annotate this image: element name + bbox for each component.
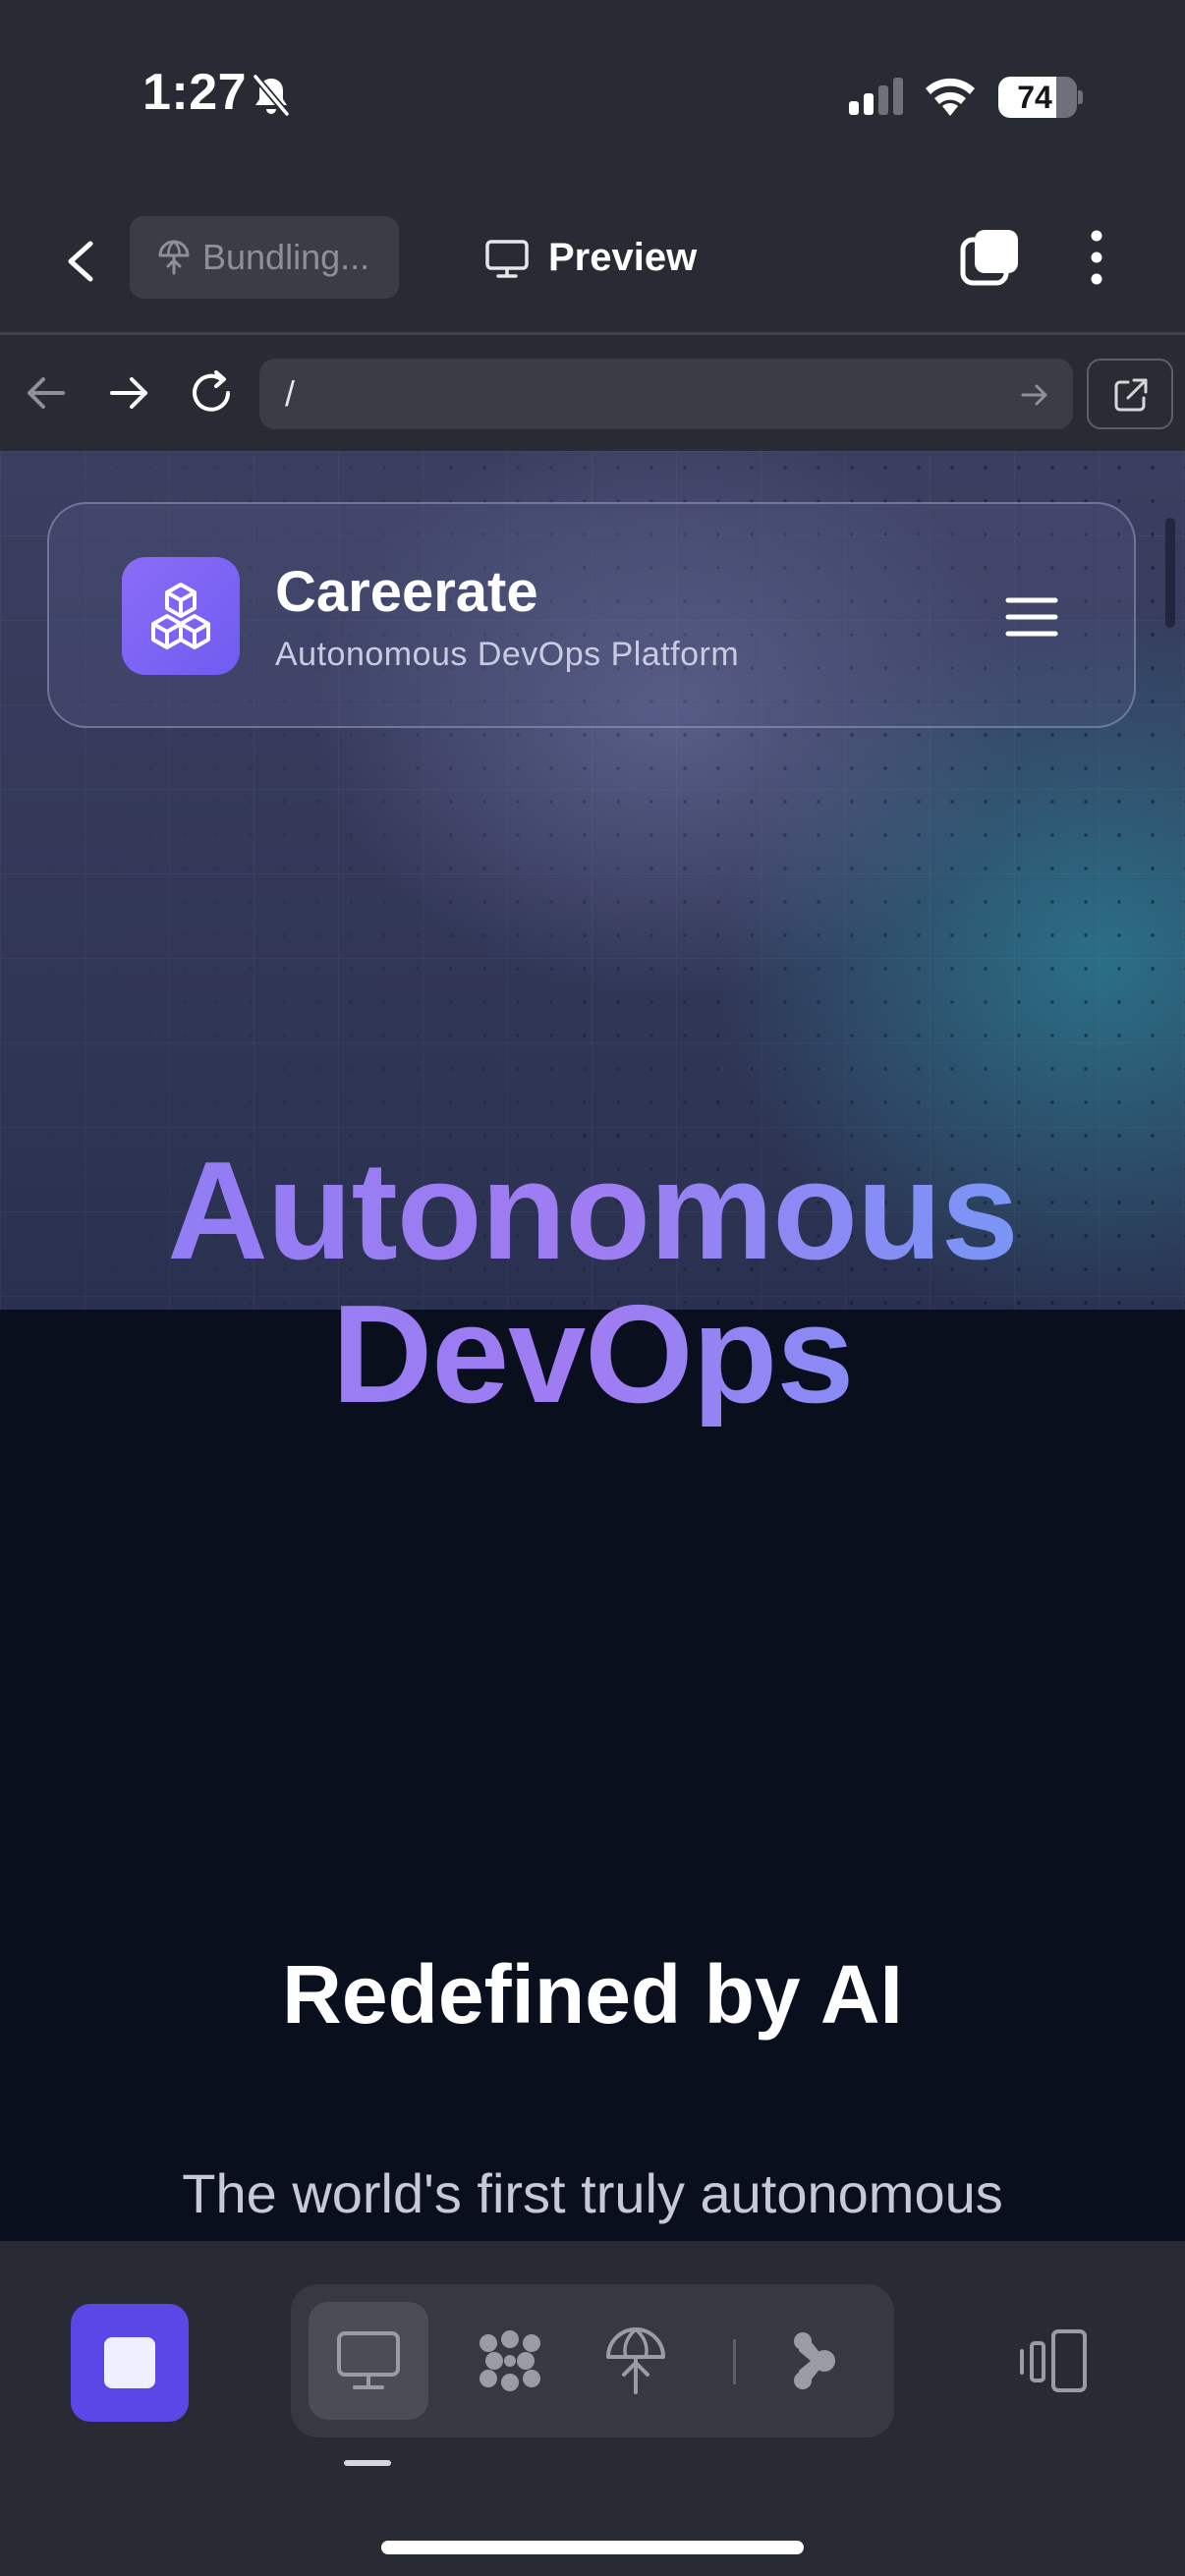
back-button[interactable] bbox=[59, 230, 106, 293]
brand-logo[interactable] bbox=[122, 557, 240, 675]
status-bar: 1:27 74 bbox=[0, 0, 1185, 196]
agent-icon bbox=[794, 2332, 835, 2389]
bundling-label: Bundling... bbox=[202, 237, 370, 277]
bottom-toolbar bbox=[0, 2241, 1185, 2576]
cluster-mode-button[interactable] bbox=[450, 2302, 570, 2420]
brand-tagline: Autonomous DevOps Platform bbox=[275, 636, 740, 673]
stop-icon bbox=[104, 2337, 155, 2388]
monitor-icon bbox=[485, 240, 529, 279]
cluster-icon bbox=[480, 2330, 540, 2391]
wifi-icon bbox=[923, 73, 978, 116]
hero-body-text: The world's first truly autonomous bbox=[182, 2162, 1003, 2224]
browser-back-button[interactable] bbox=[24, 372, 69, 414]
preview-label: Preview bbox=[548, 236, 698, 279]
hero-heading-line2: DevOps bbox=[0, 1283, 1185, 1427]
bundling-status-chip[interactable]: Bundling... bbox=[130, 216, 399, 299]
open-external-button[interactable] bbox=[1087, 359, 1173, 429]
status-time: 1:27 bbox=[142, 64, 248, 121]
deploy-mode-button[interactable] bbox=[576, 2302, 696, 2420]
browser-forward-button[interactable] bbox=[106, 372, 151, 414]
reload-button[interactable] bbox=[187, 368, 236, 418]
bell-slash-icon bbox=[250, 73, 293, 118]
agent-mode-button[interactable] bbox=[753, 2302, 873, 2420]
preview-mode-button[interactable] bbox=[309, 2302, 428, 2420]
more-options-button[interactable] bbox=[1073, 226, 1120, 289]
arrow-left-icon bbox=[28, 377, 65, 409]
external-link-icon bbox=[1114, 378, 1148, 412]
deploy-icon bbox=[606, 2327, 665, 2394]
hero-heading: Autonomous DevOps bbox=[0, 1140, 1185, 1427]
hero-heading-line1: Autonomous bbox=[0, 1140, 1185, 1283]
home-indicator[interactable] bbox=[381, 2541, 804, 2554]
hamburger-icon bbox=[1005, 597, 1058, 637]
hero-subheading: Redefined by AI bbox=[282, 1948, 903, 2041]
scrollbar[interactable] bbox=[1165, 518, 1175, 628]
url-text: / bbox=[285, 373, 296, 414]
monitor-icon bbox=[337, 2331, 400, 2389]
umbrella-icon bbox=[157, 239, 191, 276]
menu-button[interactable] bbox=[1002, 592, 1061, 642]
reload-icon bbox=[193, 370, 230, 412]
site-navbar: Careerate Autonomous DevOps Platform bbox=[47, 502, 1136, 728]
hero-section bbox=[0, 1310, 1185, 2241]
browser-bar: / bbox=[0, 335, 1185, 451]
more-vertical-icon bbox=[1091, 230, 1102, 285]
tabs-icon bbox=[960, 230, 1018, 286]
arrow-right-icon bbox=[110, 377, 147, 409]
layout-toggle-button[interactable] bbox=[1018, 2325, 1091, 2398]
active-mode-indicator bbox=[344, 2460, 391, 2466]
app-header: Bundling... Preview bbox=[0, 196, 1185, 334]
layout-icon bbox=[1020, 2329, 1087, 2392]
battery-level: 74 bbox=[1017, 80, 1052, 115]
brand-name[interactable]: Careerate bbox=[275, 559, 538, 625]
cubes-icon bbox=[151, 583, 210, 649]
mode-divider bbox=[733, 2339, 736, 2384]
battery-icon: 74 bbox=[998, 77, 1083, 118]
chevron-left-icon bbox=[68, 241, 93, 282]
stop-button[interactable] bbox=[71, 2304, 189, 2422]
tabs-button[interactable] bbox=[959, 226, 1022, 289]
view-mode-group bbox=[291, 2284, 894, 2437]
signal-icon bbox=[849, 78, 906, 115]
arrow-right-go-icon[interactable] bbox=[1020, 382, 1049, 408]
url-input[interactable]: / bbox=[259, 359, 1073, 429]
